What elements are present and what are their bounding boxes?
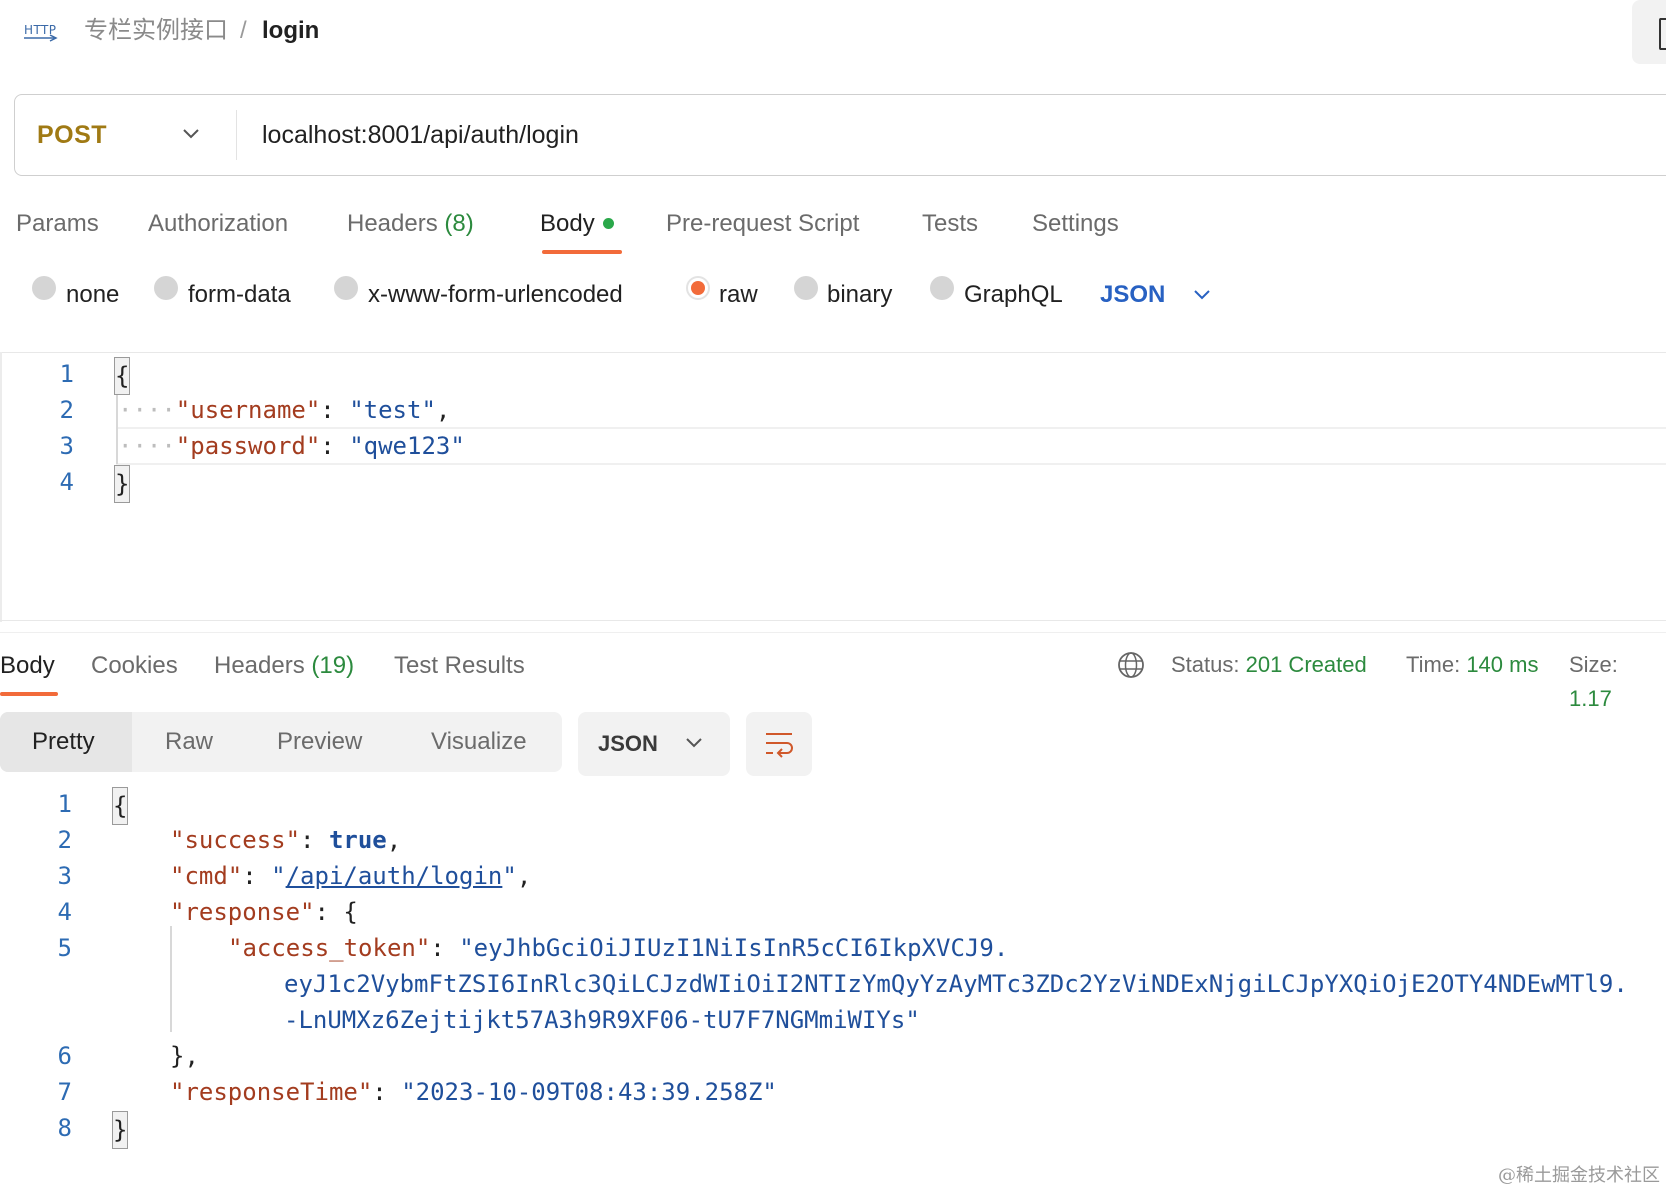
headers-count: (8) [444,210,474,237]
method-select[interactable]: POST [37,118,107,152]
size-readout[interactable]: Size: 1.17 [1569,648,1666,716]
cmd-link[interactable]: /api/auth/login [286,862,503,890]
radio-x-www-form-urlencoded[interactable] [334,276,358,300]
radio-label-binary: binary [827,281,893,308]
line-number: 3 [59,432,74,460]
response-line-cmd[interactable]: "cmd": "/api/auth/login", [170,858,531,894]
response-tab-test-results[interactable]: Test Results [394,646,525,686]
line-number: 5 [57,934,72,962]
tab-headers[interactable]: Headers (8) [347,204,474,244]
editor-border [0,352,2,622]
line-number: 4 [59,468,74,496]
line-number: 2 [57,826,72,854]
line-number: 2 [59,396,74,424]
wrap-lines-icon [766,733,793,758]
access-token-end[interactable]: -LnUMXz6Zejtijkt57A3h9R9XF06-tU7F7NGMmiW… [284,1002,920,1038]
time-value: 140 ms [1466,652,1539,677]
url-input[interactable]: localhost:8001/api/auth/login [262,117,579,153]
request-name[interactable]: login [262,14,319,48]
breadcrumb-collection[interactable]: 专栏实例接口 [84,14,228,48]
view-raw-button[interactable]: Raw [165,722,213,762]
tab-body[interactable]: Body [540,204,614,244]
tab-tests[interactable]: Tests [922,204,978,244]
active-tab-indicator [542,250,622,254]
request-line-username[interactable]: ····"username": "test", [118,392,450,428]
size-value: 1.17 [1569,686,1612,711]
body-modified-dot [602,218,614,229]
response-line-success[interactable]: "success": true, [170,822,401,858]
response-line-access-token[interactable]: "access_token": "eyJhbGciOiJIUzI1NiIsInR… [228,930,1008,966]
access-token-continued[interactable]: eyJ1c2VybmFtZSI6InRlc3QiLCJzdWIiOiI2NTIz… [284,966,1628,1002]
radio-none[interactable] [32,276,56,300]
response-separator [0,632,1666,633]
tab-authorization[interactable]: Authorization [148,204,288,244]
globe-icon[interactable] [1116,650,1146,680]
response-format-label: JSON [598,731,658,756]
close-brace: } [114,465,131,503]
tab-settings[interactable]: Settings [1032,204,1119,244]
line-number: 4 [57,898,72,926]
chevron-down-icon[interactable] [684,734,704,752]
status-readout[interactable]: Status: 201 Created [1171,648,1367,682]
editor-border [0,620,1666,621]
radio-raw[interactable] [686,276,710,300]
tab-params[interactable]: Params [16,204,99,244]
time-readout[interactable]: Time: 140 ms [1406,648,1538,682]
watermark: @稀土掘金技术社区 [1498,1165,1660,1186]
response-open-brace: { [112,787,129,825]
body-language-select[interactable]: JSON [1100,275,1165,315]
chevron-down-icon[interactable] [182,124,200,142]
line-number: 6 [57,1042,72,1070]
response-line-response[interactable]: "response": { [170,894,358,930]
chevron-down-icon[interactable] [1192,286,1212,304]
active-tab-indicator [0,692,58,696]
panel-icon [1659,18,1666,50]
radio-label-raw: raw [719,281,758,308]
line-number: 1 [57,790,72,818]
response-tab-body[interactable]: Body [0,646,55,686]
indent-guide [170,926,172,1032]
view-visualize-button[interactable]: Visualize [431,722,527,762]
radio-label-none: none [66,281,120,308]
line-number: 7 [57,1078,72,1106]
status-value: 201 Created [1245,652,1367,677]
url-divider [236,110,237,160]
radio-binary[interactable] [794,276,818,300]
line-number: 8 [57,1114,72,1142]
line-number: 3 [57,862,72,890]
http-icon: HTTP [24,23,58,42]
breadcrumb-separator: / [240,17,247,44]
radio-label-graphql: GraphQL [964,281,1063,308]
response-line-response-time[interactable]: "responseTime": "2023-10-09T08:43:39.258… [170,1074,777,1110]
open-brace: { [114,357,131,395]
line-number: 1 [59,360,74,388]
response-tab-cookies[interactable]: Cookies [91,646,178,686]
response-tab-headers[interactable]: Headers (19) [214,646,354,686]
radio-graphql[interactable] [930,276,954,300]
radio-form-data[interactable] [154,276,178,300]
response-line-response-close: }, [170,1042,199,1070]
radio-label-form-data: form-data [188,281,291,308]
response-headers-count: (19) [311,652,355,679]
tab-pre-request-script[interactable]: Pre-request Script [666,204,859,244]
response-close-brace: } [112,1111,129,1149]
editor-border [0,352,1666,353]
view-preview-button[interactable]: Preview [277,722,362,762]
view-pretty-button[interactable]: Pretty [32,722,95,762]
radio-label-x-www-form-urlencoded: x-www-form-urlencoded [368,281,623,308]
request-line-password[interactable]: ····"password": "qwe123" [118,428,465,464]
